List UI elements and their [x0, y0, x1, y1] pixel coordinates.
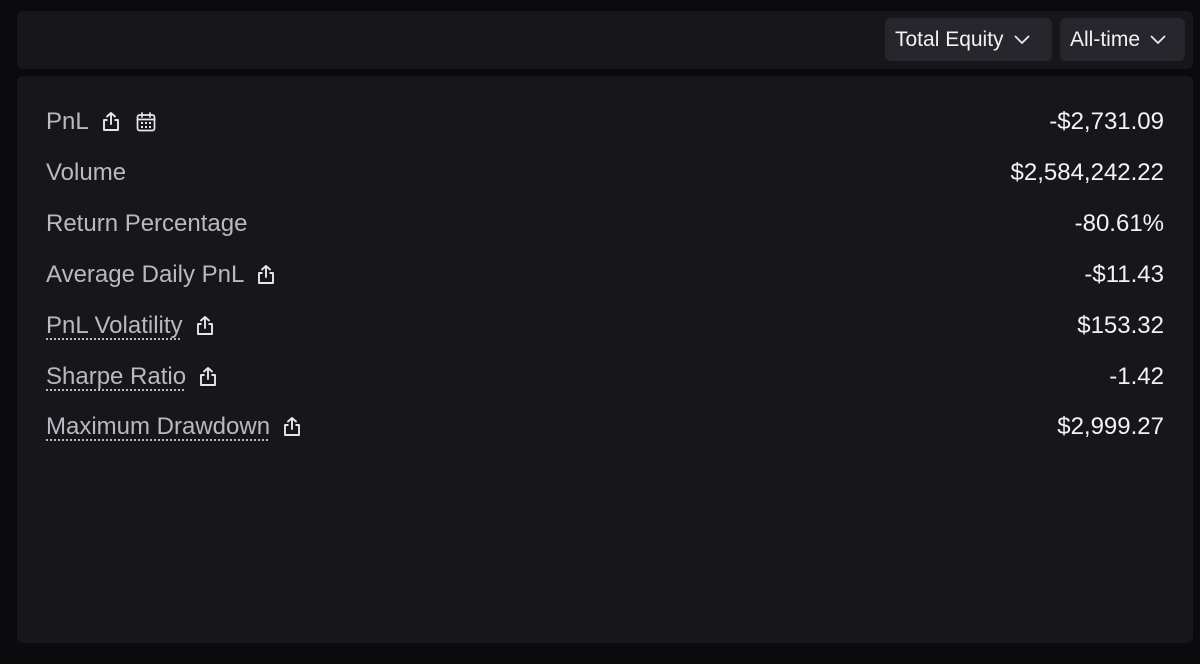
stats-panel: PnL -$2,731.09 Volume $2,584,242.22 Retu… [17, 76, 1193, 643]
stat-label-tooltip[interactable]: Maximum Drawdown [46, 413, 270, 441]
metric-dropdown[interactable]: Total Equity [885, 18, 1052, 61]
stat-label-tooltip[interactable]: Sharpe Ratio [46, 363, 186, 391]
stat-value: -80.61% [1074, 210, 1164, 237]
stat-value: -$11.43 [1084, 261, 1164, 288]
stat-row-maximum-drawdown: Maximum Drawdown $2,999.27 [46, 409, 1164, 445]
stat-row-return-percentage: Return Percentage -80.61% [46, 206, 1164, 242]
chevron-down-icon [1014, 35, 1029, 44]
stats-toolbar: Total Equity All-time [17, 11, 1193, 69]
stat-row-pnl-volatility: PnL Volatility $153.32 [46, 308, 1164, 344]
stat-row-average-daily-pnl: Average Daily PnL -$11.43 [46, 257, 1164, 293]
share-icon[interactable] [192, 313, 218, 339]
time-range-dropdown-label: All-time [1070, 27, 1141, 51]
stat-value: -1.42 [1109, 363, 1164, 390]
calendar-icon[interactable] [133, 109, 159, 135]
share-icon[interactable] [195, 364, 221, 390]
stat-label-tooltip[interactable]: PnL Volatility [46, 312, 183, 340]
stat-value: $153.32 [1077, 312, 1164, 339]
stat-value: $2,584,242.22 [1010, 159, 1164, 186]
time-range-dropdown[interactable]: All-time [1060, 18, 1185, 61]
stat-value: -$2,731.09 [1049, 108, 1164, 135]
stat-row-volume: Volume $2,584,242.22 [46, 155, 1164, 191]
stat-label: Volume [46, 159, 127, 186]
share-icon[interactable] [279, 414, 305, 440]
stat-value: $2,999.27 [1057, 413, 1164, 440]
chevron-down-icon [1150, 35, 1166, 44]
share-icon[interactable] [98, 109, 124, 135]
stat-row-sharpe-ratio: Sharpe Ratio -1.42 [46, 359, 1164, 395]
stat-row-pnl: PnL -$2,731.09 [46, 104, 1164, 140]
stat-label: PnL [46, 108, 89, 135]
stat-label: Average Daily PnL [46, 261, 245, 288]
metric-dropdown-label: Total Equity [895, 27, 1004, 51]
share-icon[interactable] [253, 262, 279, 288]
stat-label: Return Percentage [46, 210, 248, 237]
